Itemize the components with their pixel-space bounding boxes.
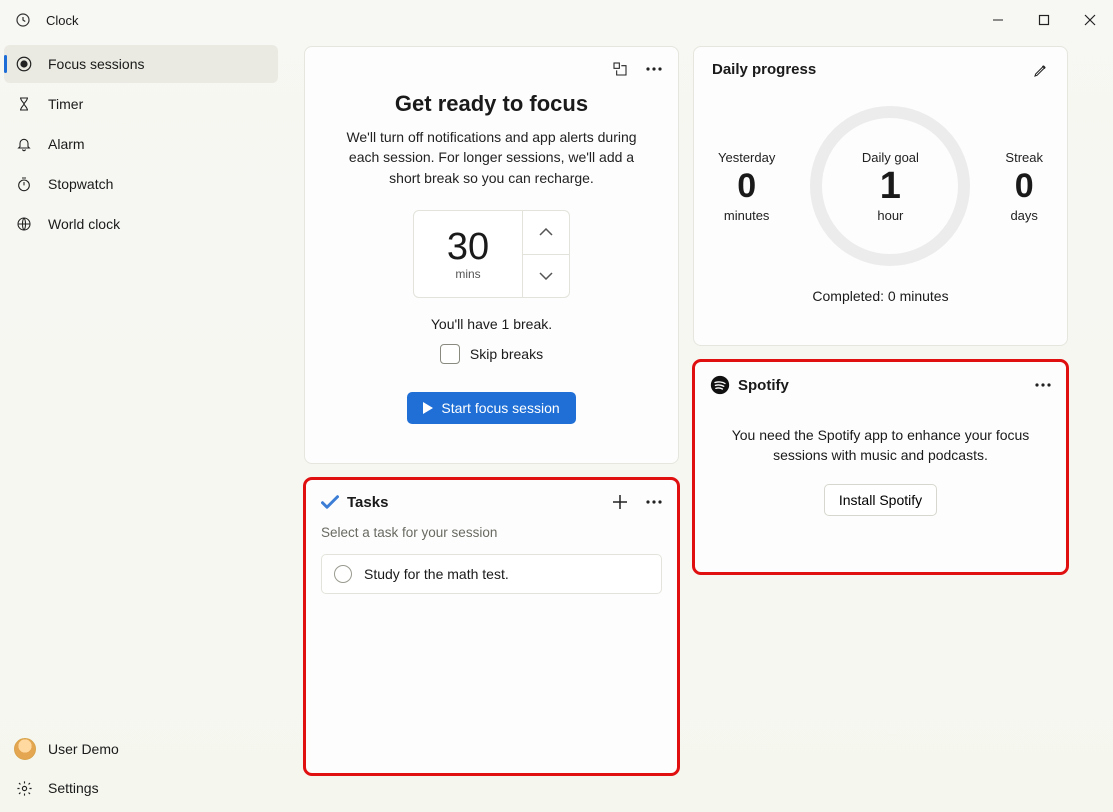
sidebar-item-focus-sessions[interactable]: Focus sessions <box>4 45 278 83</box>
focus-title: Get ready to focus <box>329 91 654 117</box>
task-label: Study for the math test. <box>364 566 509 582</box>
completed-text: Completed: 0 minutes <box>712 288 1049 304</box>
sidebar-item-label: Focus sessions <box>48 56 144 72</box>
play-icon <box>423 402 433 414</box>
task-radio[interactable] <box>334 565 352 583</box>
window-controls <box>975 0 1113 40</box>
install-spotify-button[interactable]: Install Spotify <box>824 484 937 516</box>
daily-title: Daily progress <box>712 61 816 78</box>
tasks-card: Tasks Select a task for your session <box>304 478 679 775</box>
avatar <box>14 738 36 760</box>
task-item[interactable]: Study for the math test. <box>321 554 662 594</box>
sidebar-item-world-clock[interactable]: World clock <box>4 205 278 243</box>
maximize-button[interactable] <box>1021 0 1067 40</box>
sidebar-item-user[interactable]: User Demo <box>4 730 278 768</box>
sidebar-item-timer[interactable]: Timer <box>4 85 278 123</box>
yesterday-metric: Yesterday 0 minutes <box>718 150 775 223</box>
spotify-card: Spotify You need the Spotify app to enha… <box>693 360 1068 574</box>
sidebar: Focus sessions Timer Alarm Stopwatch Wor… <box>0 40 282 812</box>
skip-breaks-label: Skip breaks <box>470 346 543 362</box>
user-name: User Demo <box>48 741 119 757</box>
start-focus-button[interactable]: Start focus session <box>407 392 575 424</box>
more-icon[interactable] <box>1035 383 1051 387</box>
break-info: You'll have 1 break. <box>329 316 654 332</box>
spotify-icon <box>710 375 730 395</box>
hourglass-icon <box>14 94 34 114</box>
expand-icon[interactable] <box>612 61 628 77</box>
sidebar-item-label: Stopwatch <box>48 176 113 192</box>
add-task-button[interactable] <box>612 494 628 510</box>
bell-icon <box>14 134 34 154</box>
sidebar-item-settings[interactable]: Settings <box>4 769 278 807</box>
globe-icon <box>14 214 34 234</box>
spotify-title: Spotify <box>738 377 789 394</box>
duration-up-button[interactable] <box>523 211 569 254</box>
sidebar-item-label: World clock <box>48 216 120 232</box>
tasks-title: Tasks <box>347 494 388 511</box>
daily-progress-card: Daily progress Yesterday 0 minutes Daily… <box>693 46 1068 346</box>
clock-app-icon <box>14 11 32 29</box>
tasks-icon <box>321 493 339 511</box>
duration-down-button[interactable] <box>523 254 569 297</box>
spotify-message: You need the Spotify app to enhance your… <box>710 425 1051 466</box>
sidebar-item-label: Timer <box>48 96 83 112</box>
app-title: Clock <box>46 13 79 28</box>
focus-card: Get ready to focus We'll turn off notifi… <box>304 46 679 464</box>
more-icon[interactable] <box>646 500 662 504</box>
gear-icon <box>14 778 34 798</box>
duration-value: 30 <box>447 226 489 269</box>
stopwatch-icon <box>14 174 34 194</box>
settings-label: Settings <box>48 780 99 796</box>
start-button-label: Start focus session <box>441 400 559 416</box>
sidebar-item-alarm[interactable]: Alarm <box>4 125 278 163</box>
goal-ring: Daily goal 1 hour <box>810 106 970 266</box>
minimize-button[interactable] <box>975 0 1021 40</box>
duration-unit: mins <box>455 267 480 281</box>
close-button[interactable] <box>1067 0 1113 40</box>
edit-icon[interactable] <box>1033 62 1049 78</box>
streak-metric: Streak 0 days <box>1005 150 1043 223</box>
more-icon[interactable] <box>646 67 662 71</box>
focus-subtitle: We'll turn off notifications and app ale… <box>329 127 654 188</box>
sidebar-item-label: Alarm <box>48 136 85 152</box>
tasks-subtitle: Select a task for your session <box>321 525 662 540</box>
titlebar: Clock <box>0 0 1113 40</box>
sidebar-item-stopwatch[interactable]: Stopwatch <box>4 165 278 203</box>
duration-spinner[interactable]: 30 mins <box>413 210 570 298</box>
skip-breaks-checkbox[interactable] <box>440 344 460 364</box>
focus-icon <box>14 54 34 74</box>
